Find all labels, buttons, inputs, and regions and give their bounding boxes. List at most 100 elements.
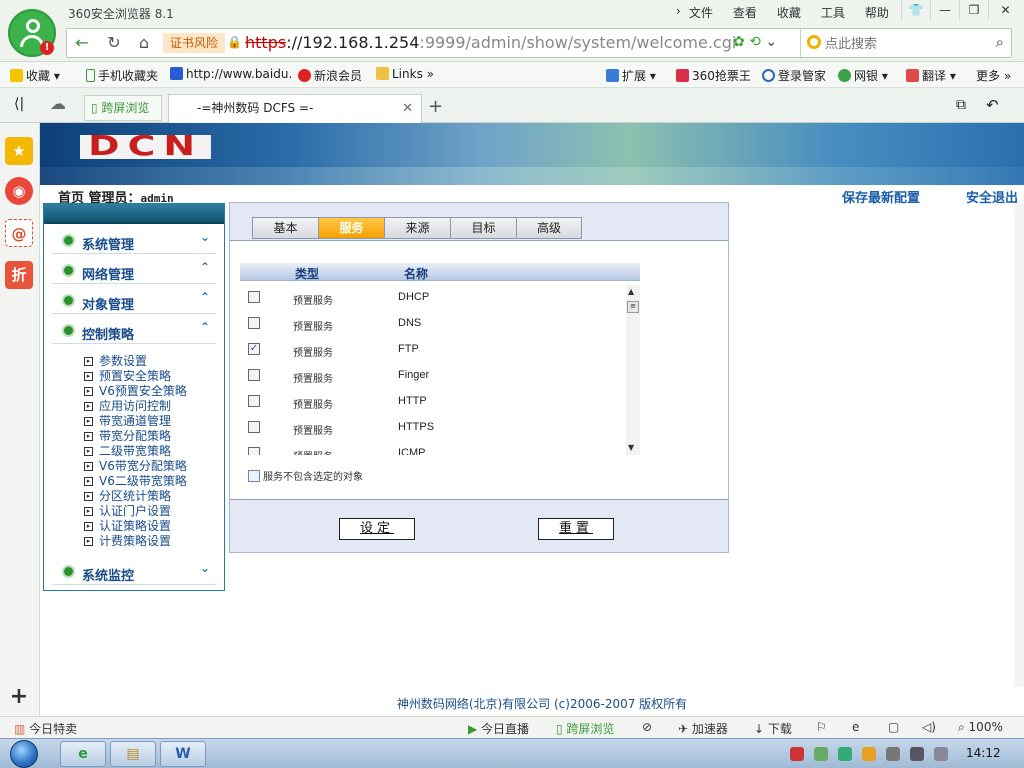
compat-mode-icon[interactable]: ✿ ⟲ ⌄ [733, 34, 777, 50]
tab-advanced[interactable]: 高级 [516, 217, 582, 239]
logout-link[interactable]: 安全退出 [966, 187, 1018, 206]
add-dock-icon[interactable]: + [5, 683, 33, 711]
submenu-item[interactable]: ▸ V6带宽分配策略 [84, 459, 224, 474]
taskbar-ie-icon[interactable]: e [60, 741, 106, 767]
tray-volume-icon[interactable] [934, 747, 948, 761]
flag-icon[interactable]: ⚐ [816, 720, 827, 734]
submenu-item[interactable]: ▸ 预置安全策略 [84, 369, 224, 384]
start-button[interactable] [10, 740, 38, 768]
tray-app-icon[interactable] [790, 747, 804, 761]
tab-split-browse[interactable]: ▯ 跨屏浏览 [84, 95, 162, 121]
mail-icon[interactable]: @ [5, 219, 33, 247]
tab-close-icon[interactable]: ✕ [402, 95, 413, 122]
fav-baidu[interactable]: http://www.baidu. [170, 67, 292, 81]
ticket-extension[interactable]: 360抢票王 [676, 67, 751, 84]
submenu-item[interactable]: ▸ 应用访问控制 [84, 399, 224, 414]
exclude-option[interactable]: 服务不包含选定的对象 [248, 468, 363, 483]
menu-expand-icon[interactable]: › [676, 4, 681, 21]
tab-source[interactable]: 来源 [384, 217, 450, 239]
window-icon[interactable]: ▢ [888, 720, 899, 734]
translate-extension[interactable]: 翻译 ▾ [906, 67, 956, 84]
browser-logo-icon[interactable]: ! [8, 9, 56, 57]
scroll-up-icon[interactable]: ▲ [628, 287, 634, 296]
sidebar-item-monitor[interactable]: 系统监控 ⌄ [52, 561, 216, 585]
tray-network-icon[interactable] [814, 747, 828, 761]
swirl-icon[interactable]: ⊘ [642, 720, 652, 734]
fav-mobile[interactable]: 手机收藏夹 [86, 67, 158, 84]
submenu-item[interactable]: ▸ 分区统计策略 [84, 489, 224, 504]
fav-links[interactable]: Links » [376, 67, 434, 81]
insecure-lock-icon[interactable]: 🔒 [227, 35, 242, 49]
tab-target[interactable]: 目标 [450, 217, 516, 239]
service-row[interactable]: 预置服务 Finger [240, 363, 626, 389]
menu-file[interactable]: 文件 [689, 4, 713, 21]
weibo-icon[interactable]: ◉ [5, 177, 33, 205]
favorites-star-icon[interactable]: ★ [5, 137, 33, 165]
submenu-item[interactable]: ▸ 二级带宽策略 [84, 444, 224, 459]
scroll-thumb[interactable]: ≡ [627, 301, 639, 313]
url-field[interactable]: https://192.168.1.254:9999/admin/show/sy… [245, 33, 736, 52]
new-tab-button[interactable]: + [428, 96, 443, 117]
menu-favorites[interactable]: 收藏 [777, 4, 801, 21]
submenu-item[interactable]: ▸ V6预置安全策略 [84, 384, 224, 399]
menu-view[interactable]: 查看 [733, 4, 757, 21]
exclude-checkbox[interactable] [248, 470, 260, 482]
service-checkbox[interactable] [248, 317, 260, 329]
search-icon[interactable]: ⌕ [996, 33, 1004, 51]
service-row[interactable]: 预置服务 ICMP [240, 441, 626, 455]
volume-icon[interactable]: ◁) [922, 720, 936, 734]
tab-basic[interactable]: 基本 [252, 217, 318, 239]
menu-help[interactable]: 帮助 [865, 4, 889, 21]
save-config-link[interactable]: 保存最新配置 [842, 187, 920, 206]
fav-sina[interactable]: 新浪会员 [298, 67, 362, 84]
submenu-item[interactable]: ▸ V6二级带宽策略 [84, 474, 224, 489]
submenu-item[interactable]: ▸ 计费策略设置 [84, 534, 224, 549]
login-manager[interactable]: 登录管家 [762, 67, 826, 84]
split-browse-button[interactable]: ▯ 跨屏浏览 [556, 720, 614, 737]
service-checkbox[interactable]: ✓ [248, 343, 260, 355]
service-checkbox[interactable] [248, 369, 260, 381]
set-button[interactable]: 设定 [339, 518, 415, 540]
service-row[interactable]: 预置服务 HTTP [240, 389, 626, 415]
skin-icon[interactable]: 👕 [901, 0, 930, 20]
tray-360-icon[interactable] [862, 747, 876, 761]
submenu-item[interactable]: ▸ 带宽通道管理 [84, 414, 224, 429]
discount-icon[interactable]: 折 [5, 261, 33, 289]
tray-shield-icon[interactable] [838, 747, 852, 761]
cloud-icon[interactable]: ☁ [50, 94, 66, 113]
menu-tools[interactable]: 工具 [821, 4, 845, 21]
back-icon[interactable]: ← [69, 32, 95, 54]
bank-extension[interactable]: 网银 ▾ [838, 67, 888, 84]
page-scrollbar[interactable] [1014, 203, 1024, 687]
search-engine-icon[interactable] [807, 35, 821, 49]
reset-button[interactable]: 重置 [538, 518, 614, 540]
submenu-item[interactable]: ▸ 带宽分配策略 [84, 429, 224, 444]
service-row[interactable]: ✓ 预置服务 FTP [240, 337, 626, 363]
service-checkbox[interactable] [248, 395, 260, 407]
favorites-button[interactable]: 收藏 ▾ [10, 67, 60, 84]
undo-close-icon[interactable]: ↶ [986, 96, 999, 114]
submenu-item[interactable]: ▸ 认证策略设置 [84, 519, 224, 534]
download-button[interactable]: ↓ 下载 [754, 720, 792, 737]
zoom-control[interactable]: ⌕ 100% [958, 720, 1003, 735]
submenu-item[interactable]: ▸ 认证门户设置 [84, 504, 224, 519]
ie-mode-icon[interactable]: e [852, 720, 859, 734]
tray-flag-icon[interactable] [910, 747, 924, 761]
close-button[interactable]: ✕ [988, 0, 1022, 20]
sidebar-item-policy[interactable]: 控制策略 ⌃ [52, 320, 216, 344]
accelerator-button[interactable]: ✈ 加速器 [678, 720, 728, 737]
taskbar-explorer-icon[interactable]: ▤ [110, 741, 156, 767]
refresh-icon[interactable]: ↻ [101, 32, 127, 54]
sidebar-item-objects[interactable]: 对象管理 ⌃ [52, 290, 216, 314]
scroll-down-icon[interactable]: ▼ [628, 443, 634, 452]
sidebar-item-system[interactable]: 系统管理 ⌄ [52, 230, 216, 254]
service-row[interactable]: 预置服务 DHCP [240, 285, 626, 311]
minimize-button[interactable]: — [930, 0, 959, 20]
extensions-button[interactable]: 扩展 ▾ [606, 67, 656, 84]
maximize-button[interactable]: ❐ [959, 0, 988, 20]
cert-warning-badge[interactable]: 证书风险 [163, 33, 225, 53]
service-checkbox[interactable] [248, 447, 260, 455]
service-checkbox[interactable] [248, 291, 260, 303]
search-input[interactable] [825, 33, 985, 53]
service-checkbox[interactable] [248, 421, 260, 433]
